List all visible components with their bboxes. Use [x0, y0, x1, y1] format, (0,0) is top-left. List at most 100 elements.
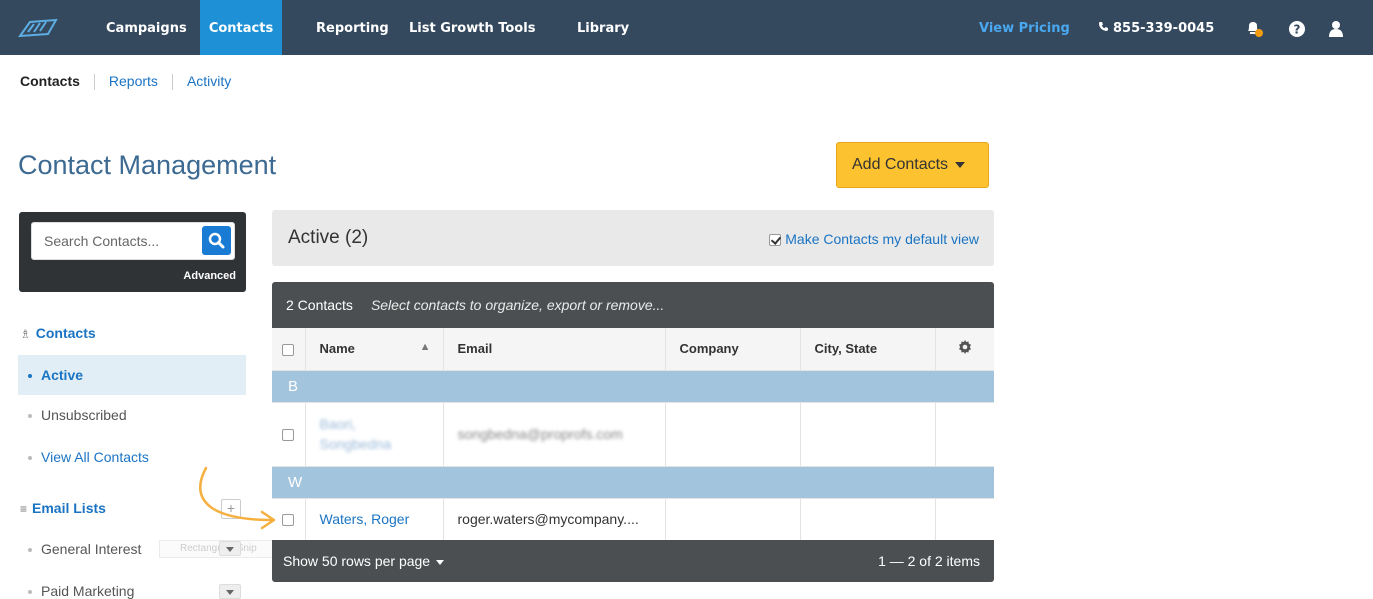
- add-contacts-button[interactable]: Add Contacts: [836, 142, 989, 188]
- subnav-divider: [93, 74, 95, 91]
- table-toolbar: 2 Contacts Select contacts to organize, e…: [272, 282, 994, 328]
- nav-campaigns[interactable]: Campaigns: [106, 0, 187, 55]
- group-row-b: B: [272, 370, 994, 403]
- email-lists-heading[interactable]: ≡ Email Lists: [20, 500, 106, 516]
- column-label: Company: [679, 341, 739, 357]
- city-state-cell: [800, 498, 936, 541]
- bullet-icon: [28, 456, 32, 461]
- sidebar-item-label: Unsubscribed: [41, 407, 127, 423]
- rows-per-page-label: Show 50 rows per page: [283, 553, 431, 569]
- contacts-heading-label: Contacts: [35, 325, 96, 341]
- nav-library[interactable]: Library: [577, 0, 629, 55]
- sidebar-item-label: Paid Marketing: [41, 583, 135, 599]
- logo-icon[interactable]: [18, 18, 58, 38]
- name-cell: Baori, Songbedna: [305, 402, 444, 467]
- contacts-heading[interactable]: ♗ Contacts: [20, 325, 96, 341]
- table-footer: Show 50 rows per page 1 — 2 of 2 items: [272, 540, 994, 582]
- column-header-name[interactable]: Name ▲︎: [305, 328, 444, 371]
- column-label: Email: [457, 341, 493, 357]
- table-header-row: Name ▲︎ Email Company City, State: [272, 328, 994, 371]
- sub-nav: Contacts Reports Activity: [20, 73, 231, 91]
- subnav-reports[interactable]: Reports: [109, 73, 158, 89]
- list-options-dropdown[interactable]: [219, 541, 241, 556]
- table-hint: Select contacts to organize, export or r…: [370, 297, 665, 313]
- contact-name-link[interactable]: Waters, Roger: [320, 511, 410, 527]
- contact-email: roger.waters@mycompany....: [457, 511, 639, 527]
- column-label: Name: [319, 341, 355, 357]
- row-select-cell: [272, 498, 306, 541]
- email-lists-heading-label: Email Lists: [32, 500, 106, 516]
- page-title: Contact Management: [18, 150, 277, 180]
- nav-contacts[interactable]: Contacts: [200, 0, 282, 55]
- advanced-search-link[interactable]: Advanced: [183, 270, 236, 282]
- add-list-button[interactable]: +: [221, 499, 241, 519]
- column-header-company[interactable]: Company: [665, 328, 801, 371]
- nav-reporting[interactable]: Reporting: [316, 0, 389, 55]
- contacts-grid: Name ▲︎ Email Company City, State B Baori…: [272, 328, 994, 541]
- help-icon[interactable]: ?: [1287, 19, 1307, 39]
- group-letter: W: [272, 466, 994, 499]
- bullet-icon: [28, 374, 32, 379]
- group-row-w: W: [272, 466, 994, 499]
- list-icon: ≡: [20, 502, 28, 516]
- phone-icon: [1099, 22, 1108, 31]
- email-cell: songbedna@proprofs.com: [443, 402, 666, 467]
- view-pricing-link[interactable]: View Pricing: [979, 0, 1070, 55]
- bullet-icon: [28, 590, 32, 595]
- name-cell: Waters, Roger: [305, 498, 444, 541]
- svg-text:?: ?: [1294, 23, 1301, 37]
- empty-cell: [935, 402, 994, 467]
- sidebar-item-view-all[interactable]: View All Contacts: [18, 437, 246, 477]
- row-checkbox[interactable]: [282, 514, 295, 527]
- default-view-checkbox[interactable]: [769, 234, 782, 247]
- add-contacts-label: Add Contacts: [852, 156, 949, 173]
- sort-icon[interactable]: ▲︎: [420, 341, 431, 353]
- search-input[interactable]: [32, 223, 197, 259]
- column-label: City, State: [814, 341, 878, 357]
- sidebar-item-paid-marketing[interactable]: Paid Marketing: [18, 571, 246, 599]
- phone-number-text: 855-339-0045: [1113, 21, 1215, 36]
- sidebar-item-active[interactable]: Active: [18, 355, 246, 395]
- column-header-city-state[interactable]: City, State: [800, 328, 936, 371]
- table-row[interactable]: Baori, Songbedna songbedna@proprofs.com: [272, 402, 994, 467]
- users-icon: ♗: [20, 327, 31, 341]
- select-all-cell: [272, 328, 306, 371]
- default-view-toggle[interactable]: Make Contacts my default view: [769, 231, 979, 247]
- select-all-checkbox[interactable]: [282, 343, 295, 356]
- group-letter: B: [272, 370, 994, 403]
- gear-icon[interactable]: [957, 339, 973, 355]
- bullet-icon: [28, 414, 32, 419]
- caret-down-icon: [955, 161, 966, 168]
- rows-per-page-dropdown[interactable]: Show 50 rows per page: [283, 553, 445, 569]
- company-cell: [665, 402, 801, 467]
- column-header-email[interactable]: Email: [443, 328, 666, 371]
- phone-number[interactable]: 855-339-0045: [1098, 0, 1214, 55]
- subnav-divider: [171, 74, 173, 91]
- row-select-cell: [272, 402, 306, 467]
- subnav-activity[interactable]: Activity: [187, 73, 231, 89]
- contact-email: songbedna@proprofs.com: [457, 426, 623, 442]
- email-cell: roger.waters@mycompany....: [443, 498, 666, 541]
- search-icon: [208, 232, 225, 249]
- row-checkbox[interactable]: [282, 429, 295, 442]
- user-icon[interactable]: [1326, 19, 1346, 39]
- subnav-contacts[interactable]: Contacts: [20, 73, 80, 89]
- pagination-info: 1 — 2 of 2 items: [878, 553, 980, 569]
- contact-count: 2 Contacts: [286, 297, 353, 313]
- contacts-table: 2 Contacts Select contacts to organize, e…: [272, 282, 994, 582]
- search-field: [31, 222, 235, 260]
- list-options-dropdown[interactable]: [219, 584, 241, 599]
- sidebar-item-unsubscribed[interactable]: Unsubscribed: [18, 395, 246, 435]
- search-button[interactable]: [202, 226, 231, 255]
- caret-down-icon: [436, 559, 445, 565]
- company-cell: [665, 498, 801, 541]
- nav-list-growth-tools[interactable]: List Growth Tools: [409, 0, 535, 55]
- sidebar-item-label: Active: [41, 367, 84, 383]
- contact-name-link[interactable]: Baori, Songbedna: [320, 414, 430, 454]
- table-row[interactable]: Waters, Roger roger.waters@mycompany....: [272, 498, 994, 541]
- city-state-cell: [800, 402, 936, 467]
- search-panel: Advanced: [19, 212, 246, 292]
- bell-icon[interactable]: [1244, 19, 1264, 39]
- sidebar-item-label: General Interest: [41, 541, 142, 557]
- top-nav: Campaigns Contacts Reporting List Growth…: [0, 0, 1373, 55]
